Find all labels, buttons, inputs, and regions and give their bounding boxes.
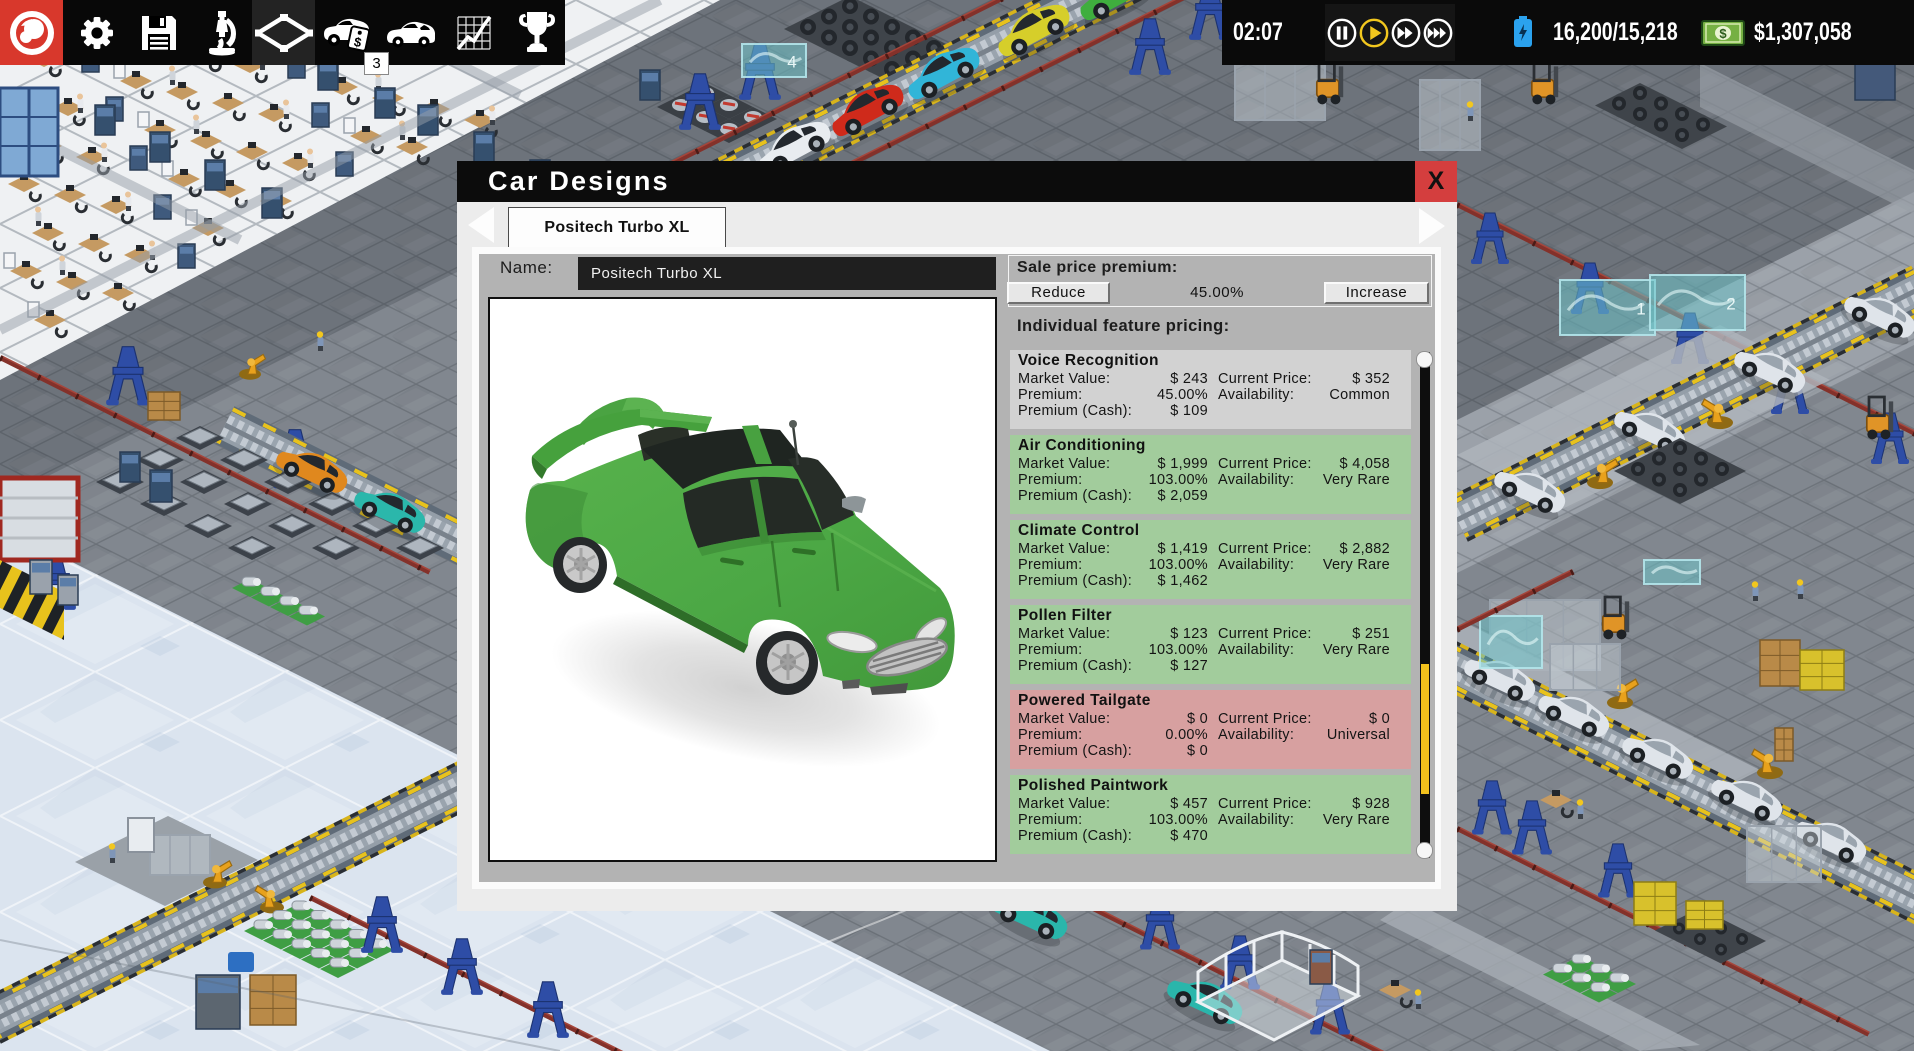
svg-text:1: 1 [1636, 300, 1645, 319]
svg-text:4: 4 [787, 53, 796, 72]
svg-text:2: 2 [1726, 295, 1735, 314]
svg-text:$: $ [1719, 26, 1727, 41]
